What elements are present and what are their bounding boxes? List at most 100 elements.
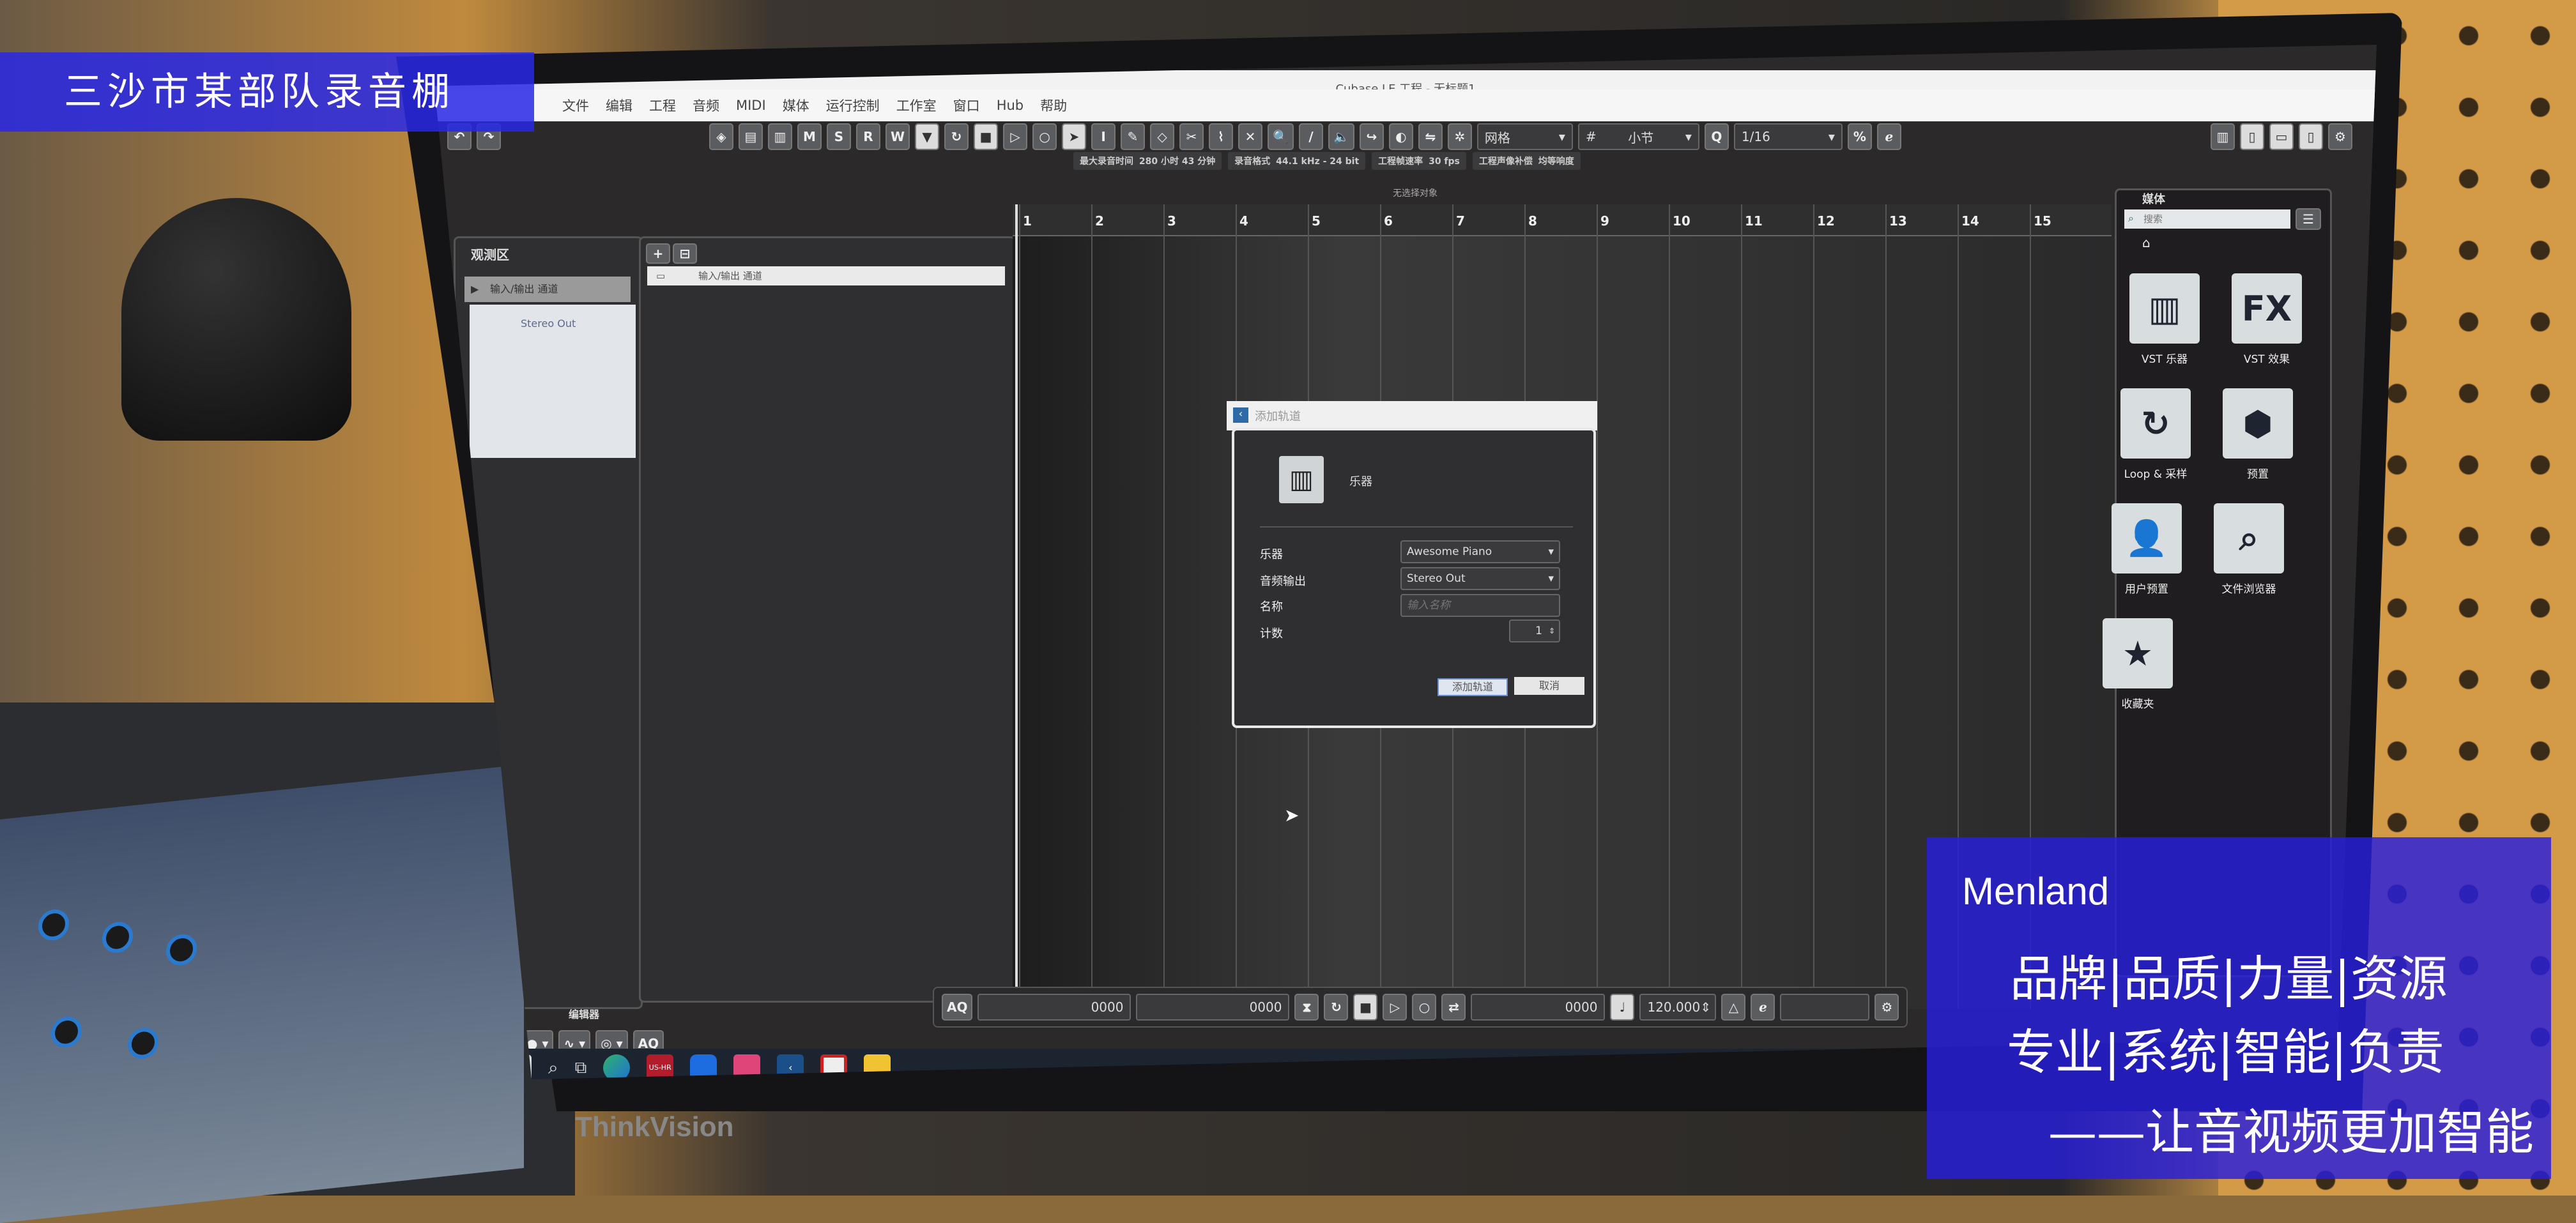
automation-mode-icon[interactable]: ▼	[915, 123, 940, 150]
auto-quantize-button[interactable]: AQ	[942, 994, 973, 1021]
record-button[interactable]: ○	[1412, 994, 1437, 1021]
file-browser-icon[interactable]: ⌕	[2214, 503, 2284, 574]
left-zone-icon[interactable]: ▯	[2240, 123, 2264, 150]
right-locator-field[interactable]: 0000	[1136, 994, 1290, 1021]
record-button[interactable]: ○	[1032, 123, 1057, 150]
stereo-out-item[interactable]: Stereo Out	[521, 317, 576, 330]
right-zone-icon[interactable]: ▯	[2299, 123, 2323, 150]
loop-icon[interactable]: ↻	[2120, 388, 2191, 459]
solo-button[interactable]: S	[827, 123, 851, 150]
time-display-format-icon[interactable]: ⇄	[1441, 994, 1466, 1021]
quantize-settings-icon[interactable]: ℯ	[1876, 123, 1901, 150]
playhead-cursor[interactable]	[1015, 204, 1018, 1009]
speaker-tool-icon[interactable]: 🔈	[1328, 123, 1354, 150]
scissors-tool-icon[interactable]: ✂	[1179, 123, 1204, 150]
menu-studio[interactable]: 工作室	[896, 96, 937, 115]
cycle-button[interactable]: ↻	[1324, 994, 1349, 1021]
zoom-tool-icon[interactable]: 🔍	[1268, 123, 1294, 150]
constrain-icon[interactable]: ◈	[709, 123, 733, 150]
split-tool-icon[interactable]: ✎	[1121, 123, 1146, 150]
info-label: 录音格式	[1234, 156, 1271, 167]
count-stepper[interactable]: 1 ⇕	[1509, 619, 1560, 642]
glue-tool-icon[interactable]: ⌇	[1209, 123, 1234, 150]
arrow-tool-icon[interactable]: ↪	[1359, 123, 1384, 150]
left-locator-field[interactable]: 0000	[977, 994, 1131, 1021]
grid-type-select[interactable]: # 小节 ▾	[1577, 123, 1699, 150]
folder-track[interactable]: ▭ 输入/输出 通道	[647, 266, 1005, 285]
erase-tool-icon[interactable]: ◇	[1150, 123, 1175, 150]
inspector-toggle-icon[interactable]: ▤	[739, 123, 763, 150]
menu-project[interactable]: 工程	[649, 96, 676, 115]
media-search-input[interactable]	[2124, 209, 2290, 229]
stop-button[interactable]: ■	[1353, 994, 1378, 1021]
info-max-record-time[interactable]: 最大录音时间 280 小时 43 分钟	[1073, 152, 1222, 170]
play-button[interactable]: ▷	[1003, 123, 1028, 150]
audio-output-select[interactable]: Stereo Out ▾	[1400, 567, 1560, 590]
cancel-button[interactable]: 取消	[1514, 677, 1584, 695]
menu-file[interactable]: 文件	[562, 96, 589, 115]
inspector-tab[interactable]: 观测区	[471, 245, 509, 263]
track-presets-icon[interactable]: ⊟	[673, 243, 697, 264]
range-tool-icon[interactable]: I	[1091, 123, 1116, 150]
edge-browser-icon[interactable]	[603, 1054, 631, 1079]
lower-zone-icon[interactable]: ▭	[2269, 123, 2294, 150]
list-view-icon[interactable]: ☰	[2296, 208, 2321, 230]
search-icon[interactable]: ⌕	[548, 1057, 558, 1079]
stop-button[interactable]: ■	[974, 123, 999, 150]
mute-tool-icon[interactable]: ✕	[1238, 123, 1263, 150]
quantize-select[interactable]: 1/16 ▾	[1733, 123, 1843, 150]
write-button[interactable]: W	[885, 123, 910, 150]
add-track-button[interactable]: +	[646, 243, 670, 264]
locator-nav-icon[interactable]: ⧗	[1294, 994, 1319, 1021]
task-view-icon[interactable]: ⧉	[575, 1058, 587, 1078]
menu-edit[interactable]: 编辑	[606, 96, 632, 115]
piano-icon[interactable]: ▥	[2129, 273, 2200, 344]
position-field[interactable]: 0000	[1471, 994, 1606, 1021]
menu-help[interactable]: 帮助	[1040, 96, 1067, 115]
mute-button[interactable]: M	[797, 123, 822, 150]
us-hr-app-icon[interactable]: US-HR	[647, 1054, 674, 1079]
settings-gear-icon[interactable]: ⚙	[2328, 123, 2352, 150]
fx-icon[interactable]: FX	[2232, 273, 2302, 344]
info-frame-rate[interactable]: 工程帧速率 30 fps	[1372, 152, 1466, 170]
click-settings-icon[interactable]: ℯ	[1751, 994, 1775, 1021]
layout-icon[interactable]: ▥	[2211, 123, 2235, 150]
menu-window[interactable]: 窗口	[953, 96, 980, 115]
menu-transport[interactable]: 运行控制	[826, 96, 880, 115]
media-tab[interactable]: 媒体	[2142, 190, 2165, 207]
ruler-bar-number: 14	[1961, 213, 1979, 229]
cycle-button[interactable]: ↻	[944, 123, 969, 150]
read-button[interactable]: R	[856, 123, 880, 150]
menu-hub[interactable]: Hub	[997, 98, 1023, 113]
inspector-folder-header[interactable]: ▶ 输入/输出 通道	[464, 277, 631, 302]
menu-audio[interactable]: 音频	[693, 96, 719, 115]
draw-tool-icon[interactable]: /	[1298, 123, 1323, 150]
iterative-quantize-icon[interactable]: %	[1847, 123, 1872, 150]
object-select-tool-icon[interactable]: ➤	[1062, 123, 1087, 150]
monitor-brand: ThinkVision	[575, 1111, 734, 1143]
transport-settings-gear-icon[interactable]: ⚙	[1874, 994, 1899, 1021]
add-track-button[interactable]: 添加轨道	[1438, 678, 1508, 696]
mixer-toggle-icon[interactable]: ▥	[768, 123, 792, 150]
color-tool-icon[interactable]: ◐	[1388, 123, 1413, 150]
tempo-track-icon[interactable]: ♩	[1610, 994, 1635, 1021]
menu-midi[interactable]: MIDI	[736, 98, 766, 113]
track-name-input[interactable]	[1400, 594, 1560, 617]
auto-scroll-icon[interactable]: ⇋	[1418, 123, 1443, 150]
quantize-icon[interactable]: Q	[1704, 123, 1729, 150]
menu-media[interactable]: 媒体	[783, 96, 809, 115]
metronome-icon[interactable]: △	[1721, 994, 1746, 1021]
user-preset-icon[interactable]: 👤	[2112, 503, 2182, 574]
home-icon[interactable]: ⌂	[2142, 235, 2150, 250]
instrument-select[interactable]: Awesome Piano ▾	[1400, 540, 1560, 563]
tempo-field[interactable]: 120.000 ⇕	[1639, 994, 1717, 1021]
info-pan-law[interactable]: 工程声像补偿 均等响度	[1472, 152, 1581, 170]
play-button[interactable]: ▷	[1383, 994, 1407, 1021]
tab-editor[interactable]: 编辑器	[569, 1006, 599, 1021]
star-icon[interactable]: ★	[2103, 618, 2173, 688]
preset-icon[interactable]: ⬢	[2223, 388, 2293, 459]
timeline-ruler[interactable]: 1 2 3 4 5 6 7 8 9 10 11 12 13 14 15	[1013, 204, 2112, 236]
snap-type-select[interactable]: 网格 ▾	[1476, 123, 1573, 150]
snap-toggle-icon[interactable]: ✲	[1447, 123, 1472, 150]
info-record-format[interactable]: 录音格式 44.1 kHz - 24 bit	[1228, 152, 1366, 170]
